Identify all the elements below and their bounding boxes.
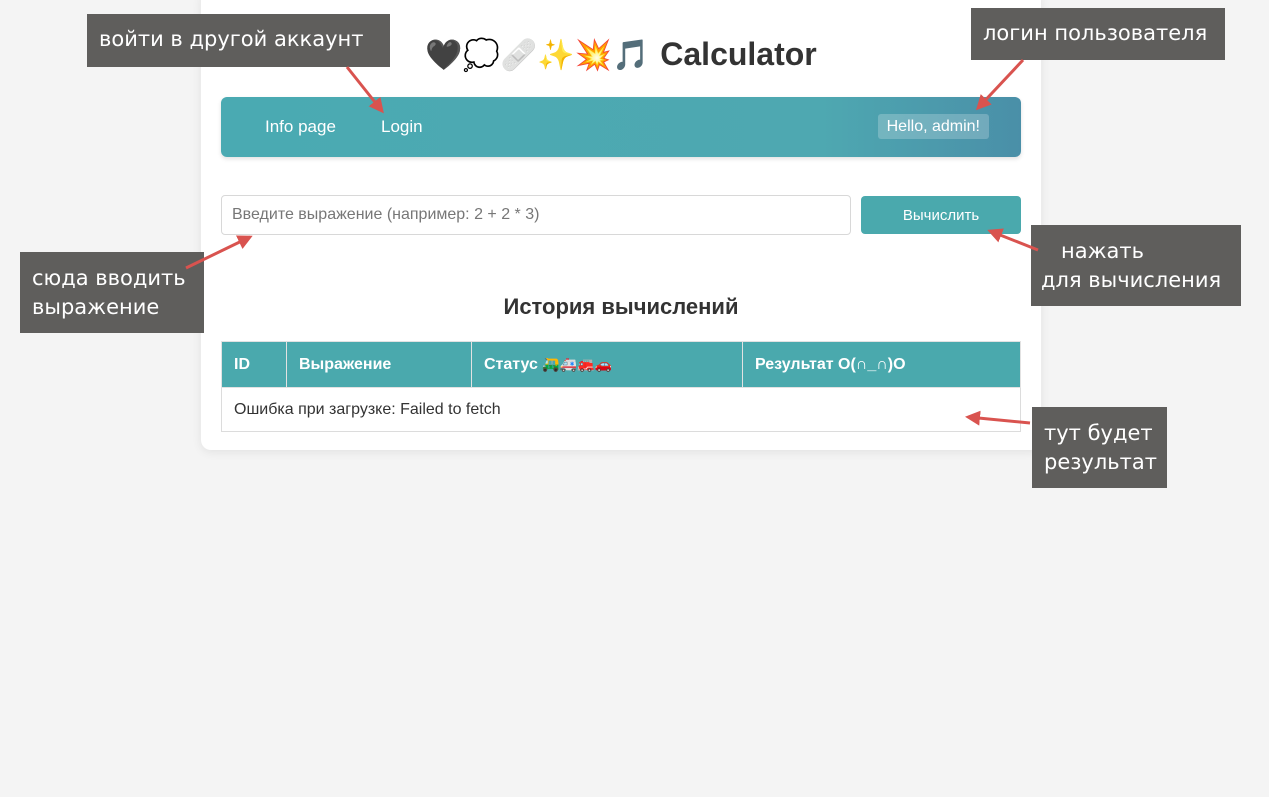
history-heading: История вычислений — [503, 294, 739, 319]
annotation-press-to-calculate: нажать для вычисления — [1031, 225, 1241, 306]
history-table: ID Выражение Статус 🛺🚑🚒🚗 Результат O(∩_∩… — [221, 341, 1021, 432]
vehicle-emoji-icons: 🛺🚑🚒🚗 — [542, 356, 613, 373]
annotation-enter-expression-line1: сюда вводить — [32, 266, 186, 290]
annotation-press-line1: нажать — [1061, 239, 1144, 263]
nav-info-page-link[interactable]: Info page — [265, 117, 336, 137]
column-header-expression: Выражение — [286, 341, 472, 388]
history-header-row: ID Выражение Статус 🛺🚑🚒🚗 Результат O(∩_∩… — [221, 341, 1021, 388]
column-header-id-label: ID — [234, 355, 250, 373]
annotation-result-here: тут будет результат — [1032, 407, 1167, 488]
column-header-result-label: Результат O(∩_∩)O — [755, 355, 906, 373]
annotation-result-line1: тут будет — [1044, 421, 1153, 445]
navbar: Info page Login Hello, admin! — [221, 97, 1021, 157]
column-header-result: Результат O(∩_∩)O — [742, 341, 1021, 388]
column-header-status-label: Статус — [484, 355, 538, 373]
annotation-switch-account: войти в другой аккаунт — [87, 14, 390, 67]
annotation-press-line2: для вычисления — [1041, 268, 1222, 292]
column-header-status: Статус 🛺🚑🚒🚗 — [471, 341, 743, 388]
expression-input[interactable] — [221, 195, 851, 235]
column-header-expression-label: Выражение — [299, 355, 392, 373]
calculate-button[interactable]: Вычислить — [861, 196, 1021, 234]
error-message-cell: Ошибка при загрузке: Failed to fetch — [221, 387, 1021, 432]
title-emoji-icons: 🖤💭🩹✨💥🎵 — [425, 38, 650, 73]
annotation-user-login: логин пользователя — [971, 8, 1225, 60]
annotation-switch-account-text: войти в другой аккаунт — [99, 27, 364, 51]
nav-login-link[interactable]: Login — [381, 117, 423, 137]
annotation-enter-expression: сюда вводить выражение — [20, 252, 204, 333]
annotation-enter-expression-line2: выражение — [32, 295, 160, 319]
table-row: Ошибка при загрузке: Failed to fetch — [221, 387, 1021, 432]
column-header-id: ID — [221, 341, 287, 388]
app-title-text: Calculator — [660, 36, 817, 72]
annotation-result-line2: результат — [1044, 450, 1157, 474]
user-greeting-badge: Hello, admin! — [877, 114, 989, 139]
annotation-user-login-text: логин пользователя — [983, 21, 1208, 45]
